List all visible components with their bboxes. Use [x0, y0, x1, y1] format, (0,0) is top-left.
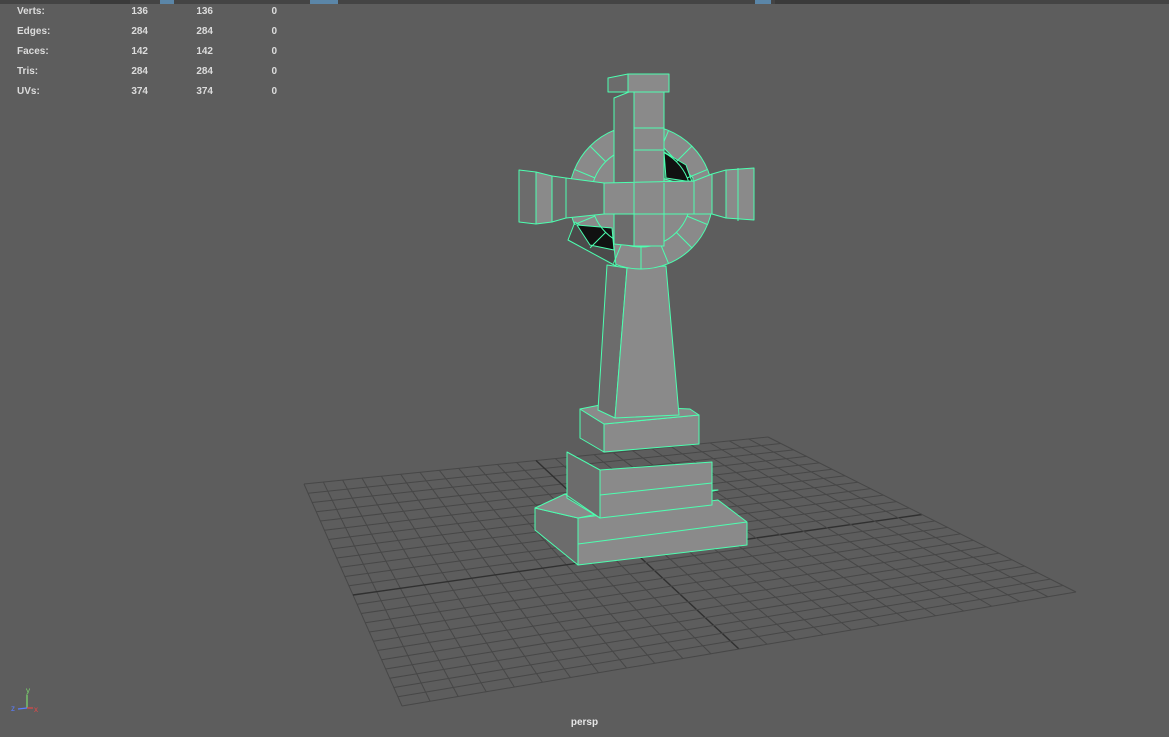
hud-row-tris: Tris: 284 284 0 — [17, 64, 277, 84]
grid-line — [393, 578, 1051, 688]
arm-left-end-side — [518, 169, 537, 225]
hud-value: 136 — [196, 6, 213, 17]
hud-row-uvs: UVs: 374 374 0 — [17, 84, 277, 104]
hud-value: 0 — [271, 86, 277, 97]
arm-right-end-front — [725, 167, 755, 221]
hud-label: Edges: — [17, 26, 51, 37]
grid-line — [377, 552, 1000, 651]
hud-value: 0 — [271, 6, 277, 17]
hud-value: 284 — [131, 66, 148, 77]
hud-label: Verts: — [17, 6, 45, 17]
grid-line — [729, 440, 1021, 602]
arm-right-neck — [693, 173, 713, 215]
hud-label: Tris: — [17, 66, 39, 77]
hud-label: Faces: — [17, 46, 49, 57]
grid-line — [385, 565, 1025, 670]
arm-left-end-front — [535, 171, 553, 225]
hud-value: 0 — [271, 46, 277, 57]
hud-value: 374 — [131, 86, 148, 97]
hud-value: 0 — [271, 26, 277, 37]
beam-vertical-front — [633, 87, 665, 247]
hud-value: 142 — [131, 46, 148, 57]
z-axis-label: z — [11, 704, 15, 713]
beam-horizontal-front — [603, 180, 695, 215]
hud-value: 136 — [131, 6, 148, 17]
hud-label: UVs: — [17, 86, 40, 97]
top-cap-front — [627, 73, 670, 93]
y-axis-label: y — [26, 686, 30, 695]
hud-value: 284 — [131, 26, 148, 37]
hud-value: 284 — [196, 26, 213, 37]
hud-row-edges: Edges: 284 284 0 — [17, 24, 277, 44]
top-cap-side — [607, 73, 629, 93]
hud-value: 0 — [271, 66, 277, 77]
x-axis-label: x — [34, 705, 38, 714]
grid-line — [373, 546, 987, 642]
grid-line — [709, 442, 993, 607]
hud-row-verts: Verts: 136 136 0 — [17, 4, 277, 24]
grid-line — [767, 436, 1077, 593]
arm-right-end-side — [711, 169, 727, 219]
beam-horizontal-left — [565, 177, 605, 219]
perspective-viewport[interactable] — [0, 0, 1169, 737]
grid-line — [748, 438, 1049, 598]
hud-row-faces: Faces: 142 142 0 — [17, 44, 277, 64]
z-axis-line — [17, 707, 28, 710]
beam-vertical-side — [613, 89, 635, 247]
hud-value: 284 — [196, 66, 213, 77]
hud-value: 142 — [196, 46, 213, 57]
grid-line — [401, 591, 1077, 707]
hud-value: 374 — [196, 86, 213, 97]
poly-count-hud: Verts: 136 136 0 Edges: 284 284 0 Faces:… — [17, 4, 277, 104]
arm-left-neck — [551, 175, 567, 223]
camera-name-label: persp — [570, 717, 599, 728]
axis-gizmo: y x z — [11, 686, 38, 714]
